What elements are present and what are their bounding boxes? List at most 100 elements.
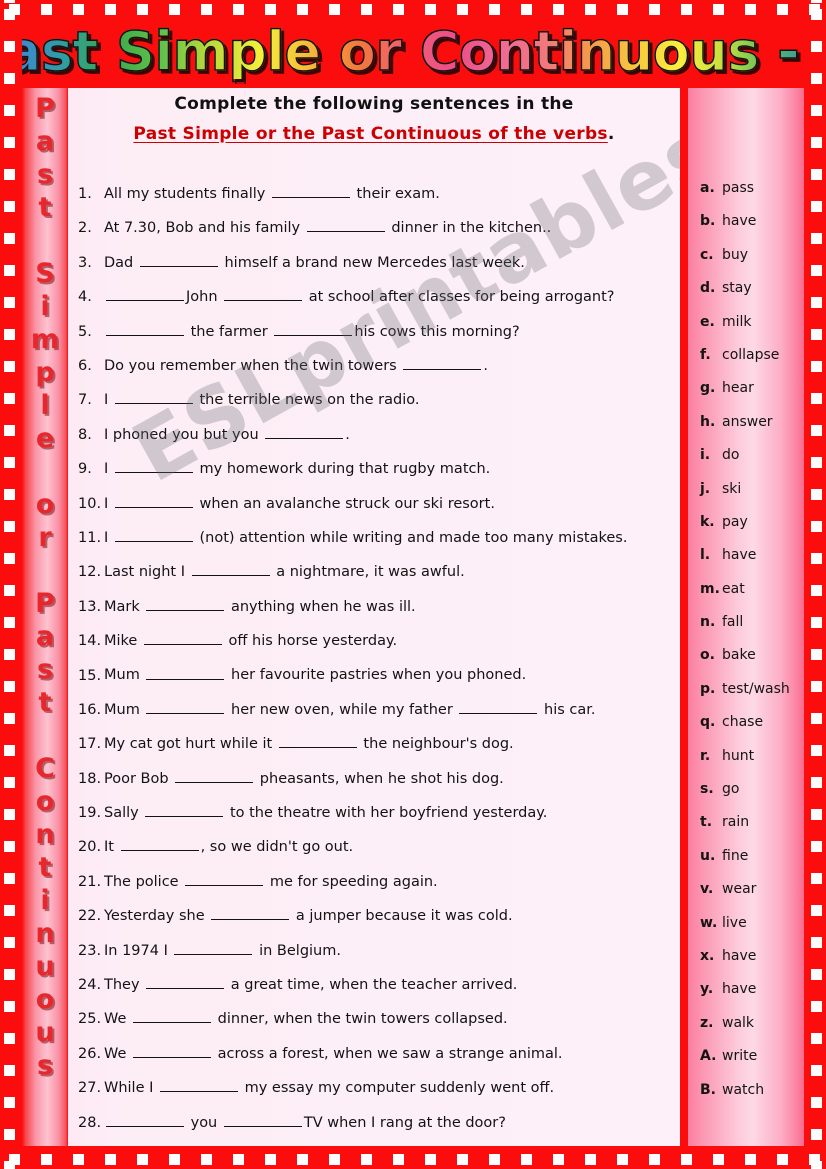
verb-list-item: f. collapse	[688, 347, 804, 380]
sentence-text: Last night I a nightmare, it was awful.	[104, 562, 680, 580]
sentence-row: 15. Mum her favourite pastries when you p…	[68, 665, 680, 699]
verb-list-item: n. fall	[688, 614, 804, 647]
verb-key: c.	[700, 246, 714, 263]
sentence-row: 9. I my homework during that rugby match.	[68, 459, 680, 493]
verb-list-item: l. have	[688, 547, 804, 580]
vertical-title-letter: i	[40, 291, 50, 322]
sentence-number: 9.	[78, 461, 92, 478]
answer-blank[interactable]	[459, 700, 538, 714]
sentence-number: 5.	[78, 323, 92, 340]
sentence-text: Dad himself a brand new Mercedes last we…	[104, 253, 680, 271]
verb-word: answer	[722, 413, 773, 430]
verb-key: q.	[700, 714, 716, 731]
instruction-line-1: Complete the following sentences in the	[174, 94, 574, 114]
vertical-title-letter: p	[35, 357, 55, 388]
verb-key: d.	[700, 280, 716, 297]
verb-list-item: j. ski	[688, 481, 804, 514]
verb-word: eat	[722, 580, 745, 597]
answer-blank[interactable]	[114, 459, 193, 474]
sentence-row: 14. Mike off his horse yesterday.	[68, 631, 680, 665]
answer-blank[interactable]	[160, 1078, 238, 1093]
sentence-row: 4. John at school after classes for being…	[68, 287, 680, 321]
answer-blank[interactable]	[191, 562, 270, 577]
answer-blank[interactable]	[306, 218, 385, 233]
answer-blank[interactable]	[403, 356, 482, 370]
verb-word: have	[722, 947, 757, 964]
verb-key: f.	[700, 346, 711, 363]
verb-key: m.	[700, 580, 720, 597]
answer-blank[interactable]	[265, 425, 344, 439]
answer-blank[interactable]	[146, 700, 225, 714]
sentence-number: 10.	[78, 495, 102, 512]
answer-blank[interactable]	[185, 872, 264, 886]
sentence-number: 4.	[78, 289, 92, 306]
verb-list-item: o. bake	[688, 647, 804, 680]
sentence-row: 7. I the terrible news on the radio.	[68, 390, 680, 424]
sentence-text: All my students finally their exam.	[104, 184, 680, 202]
answer-blank[interactable]	[143, 631, 222, 646]
answer-blank[interactable]	[139, 253, 218, 267]
answer-blank[interactable]	[114, 528, 193, 542]
sentence-row: 25. We dinner, when the twin towers colla…	[68, 1009, 680, 1043]
sentence-text: Mum her favourite pastries when you phon…	[104, 665, 680, 684]
verb-word: fall	[722, 614, 744, 631]
answer-blank[interactable]	[146, 597, 225, 611]
answer-blank[interactable]	[175, 769, 254, 783]
sentence-number: 22.	[78, 908, 102, 925]
answer-blank[interactable]	[133, 1009, 212, 1024]
sentence-text: you TV when I rang at the door?	[104, 1113, 680, 1131]
sentence-number: 3.	[78, 254, 92, 271]
verb-word: ski	[722, 480, 742, 497]
verb-list-item: u. fine	[688, 848, 804, 881]
answer-blank[interactable]	[278, 734, 357, 749]
verb-word: walk	[722, 1014, 755, 1031]
verb-word: chase	[722, 714, 764, 731]
instruction-block: Complete the following sentences in the …	[68, 94, 680, 144]
vertical-title-letter: o	[35, 489, 55, 520]
answer-blank[interactable]	[146, 975, 225, 990]
verb-key: l.	[700, 547, 711, 564]
vertical-title-letter	[40, 224, 49, 257]
answer-blank[interactable]	[271, 184, 350, 199]
sentence-number: 23.	[78, 942, 102, 959]
border-dots-right	[811, 0, 822, 1169]
verb-key: x.	[700, 947, 715, 964]
sentence-number: 20.	[78, 839, 102, 856]
sentence-row: 24. They a great time, when the teacher a…	[68, 975, 680, 1009]
answer-blank[interactable]	[106, 287, 184, 302]
sentence-row: 17. My cat got hurt while it the neighbou…	[68, 734, 680, 768]
verb-list-item: z. walk	[688, 1015, 804, 1048]
verb-key: r.	[700, 747, 711, 764]
verb-word: test/wash	[722, 680, 790, 697]
verb-list-item: c. buy	[688, 247, 804, 280]
sentence-row: 11. I (not) attention while writing and m…	[68, 528, 680, 562]
verb-key: n.	[700, 614, 716, 631]
vertical-title-letter: s	[36, 654, 54, 685]
answer-blank[interactable]	[146, 665, 225, 680]
verb-word: have	[722, 547, 757, 564]
vertical-title-letter	[40, 554, 49, 587]
verb-list-item: t. rain	[688, 814, 804, 847]
verb-list-item: p. test/wash	[688, 681, 804, 714]
vertical-title-letter: s	[36, 1050, 54, 1081]
answer-blank[interactable]	[114, 494, 193, 508]
vertical-title-letter: C	[35, 753, 55, 784]
answer-blank[interactable]	[114, 390, 193, 405]
answer-blank[interactable]	[133, 1044, 212, 1058]
verb-word: watch	[722, 1081, 765, 1098]
answer-blank[interactable]	[106, 1113, 184, 1127]
answer-blank[interactable]	[106, 322, 184, 336]
answer-blank[interactable]	[274, 322, 353, 336]
sentence-number: 14.	[78, 633, 102, 650]
answer-blank[interactable]	[145, 803, 224, 818]
verb-key: w.	[700, 914, 718, 931]
answer-blank[interactable]	[211, 906, 290, 921]
vertical-title-letter: t	[38, 852, 52, 883]
answer-blank[interactable]	[120, 837, 199, 852]
answer-blank[interactable]	[174, 941, 253, 955]
sentence-text: Mum her new oven, while my father his ca…	[104, 700, 680, 718]
answer-blank[interactable]	[223, 1113, 302, 1127]
verb-list-item: h. answer	[688, 414, 804, 447]
answer-blank[interactable]	[224, 287, 303, 302]
verb-key: g.	[700, 380, 716, 397]
